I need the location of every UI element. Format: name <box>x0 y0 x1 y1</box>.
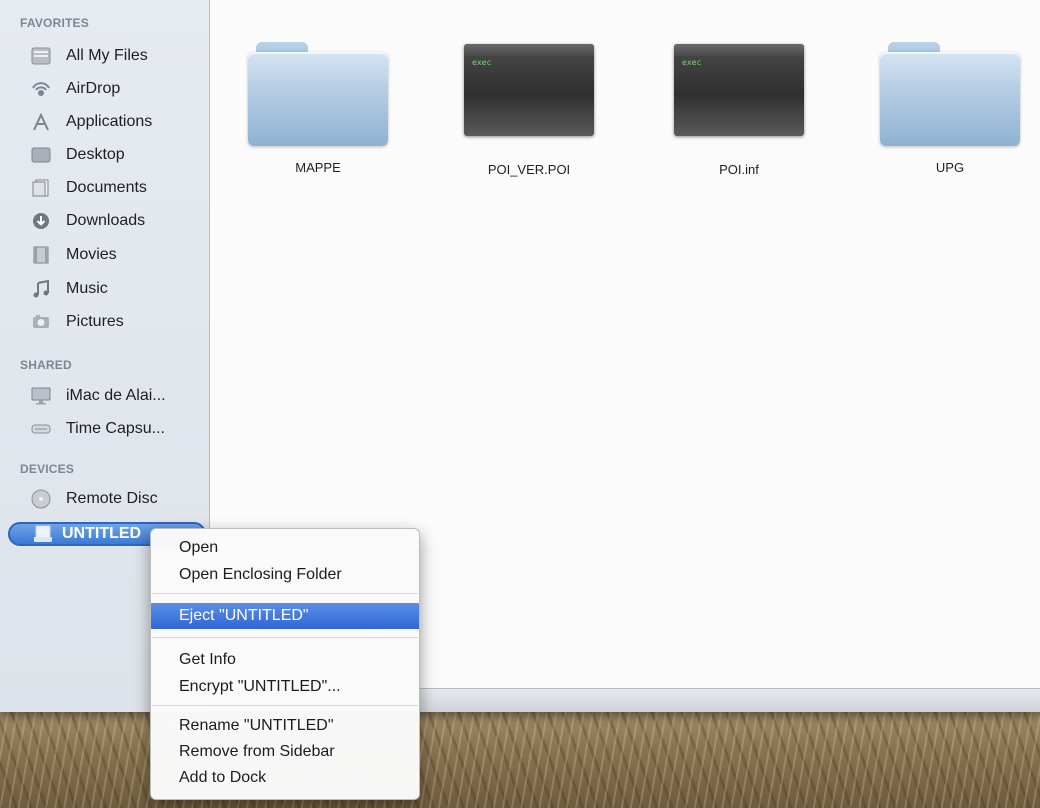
menu-separator <box>152 705 418 706</box>
imac-icon <box>30 386 52 406</box>
sidebar-item-airdrop[interactable]: AirDrop <box>30 76 205 102</box>
file-name: POI.inf <box>719 162 759 177</box>
music-icon <box>30 279 52 299</box>
sidebar-item-applications[interactable]: Applications <box>30 109 205 135</box>
folder-icon <box>880 42 1020 146</box>
shared-header: SHARED <box>20 358 72 372</box>
sidebar-item-imac[interactable]: iMac de Alai... <box>30 383 205 409</box>
folder-icon <box>248 42 388 146</box>
sidebar-item-label: Pictures <box>66 313 124 330</box>
sidebar-item-label: Movies <box>66 246 117 263</box>
file-item-upg[interactable]: UPG <box>870 42 1030 175</box>
movies-icon <box>30 245 52 265</box>
file-item-poi-ver[interactable]: exec POI_VER.POI <box>449 44 609 177</box>
all-files-icon <box>30 46 52 66</box>
file-item-poi-inf[interactable]: exec POI.inf <box>659 44 819 177</box>
time-capsule-icon <box>30 419 52 439</box>
menu-item-get-info[interactable]: Get Info <box>151 647 419 673</box>
menu-item-encrypt[interactable]: Encrypt "UNTITLED"... <box>151 674 419 700</box>
file-name: MAPPE <box>295 160 341 175</box>
sidebar-item-label: UNTITLED <box>62 525 142 542</box>
file-name: POI_VER.POI <box>487 162 571 177</box>
documents-icon <box>30 178 52 198</box>
devices-header: DEVICES <box>20 462 75 476</box>
sidebar-item-label: Downloads <box>66 212 146 229</box>
menu-item-remove-from-sidebar[interactable]: Remove from Sidebar <box>151 739 419 765</box>
menu-item-eject[interactable]: Eject "UNTITLED" <box>151 603 419 629</box>
desktop-icon <box>30 145 52 165</box>
sidebar-item-label: iMac de Alai... <box>66 387 166 404</box>
sidebar-item-pictures[interactable]: Pictures <box>30 309 205 335</box>
sidebar-item-time-capsule[interactable]: Time Capsu... <box>30 416 205 442</box>
sidebar-item-label: Desktop <box>66 146 125 163</box>
drive-icon <box>32 524 54 544</box>
remote-disc-icon <box>30 489 52 509</box>
sidebar-item-downloads[interactable]: Downloads <box>30 208 205 234</box>
executable-icon: exec <box>464 44 594 136</box>
sidebar-item-music[interactable]: Music <box>30 276 205 302</box>
menu-separator <box>152 593 418 594</box>
sidebar-item-label: Remote Disc <box>66 490 158 507</box>
downloads-icon <box>30 211 52 231</box>
airdrop-icon <box>30 79 52 99</box>
sidebar-item-all-my-files[interactable]: All My Files <box>30 43 205 69</box>
exec-badge: exec <box>682 58 702 67</box>
menu-item-add-to-dock[interactable]: Add to Dock <box>151 765 419 791</box>
sidebar-item-movies[interactable]: Movies <box>30 242 205 268</box>
sidebar-item-label: All My Files <box>66 47 148 64</box>
menu-item-rename[interactable]: Rename "UNTITLED" <box>151 713 419 739</box>
sidebar-item-desktop[interactable]: Desktop <box>30 142 205 168</box>
executable-icon: exec <box>674 44 804 136</box>
file-item-mappe[interactable]: MAPPE <box>238 42 398 175</box>
sidebar-item-label: Applications <box>66 113 153 130</box>
menu-item-open-enclosing-folder[interactable]: Open Enclosing Folder <box>151 562 419 588</box>
sidebar-item-label: AirDrop <box>66 80 121 97</box>
sidebar-item-remote-disc[interactable]: Remote Disc <box>30 486 205 512</box>
sidebar-item-documents[interactable]: Documents <box>30 175 205 201</box>
sidebar-item-label: Time Capsu... <box>66 420 165 437</box>
menu-separator <box>152 637 418 638</box>
exec-badge: exec <box>472 58 492 67</box>
sidebar-item-label: Documents <box>66 179 147 196</box>
applications-icon <box>30 112 52 132</box>
pictures-icon <box>30 312 52 332</box>
favorites-header: FAVORITES <box>20 16 89 30</box>
sidebar-item-label: Music <box>66 280 108 297</box>
context-menu: Open Open Enclosing Folder Eject "UNTITL… <box>150 528 420 800</box>
file-name: UPG <box>935 160 965 175</box>
menu-item-open[interactable]: Open <box>151 535 419 561</box>
